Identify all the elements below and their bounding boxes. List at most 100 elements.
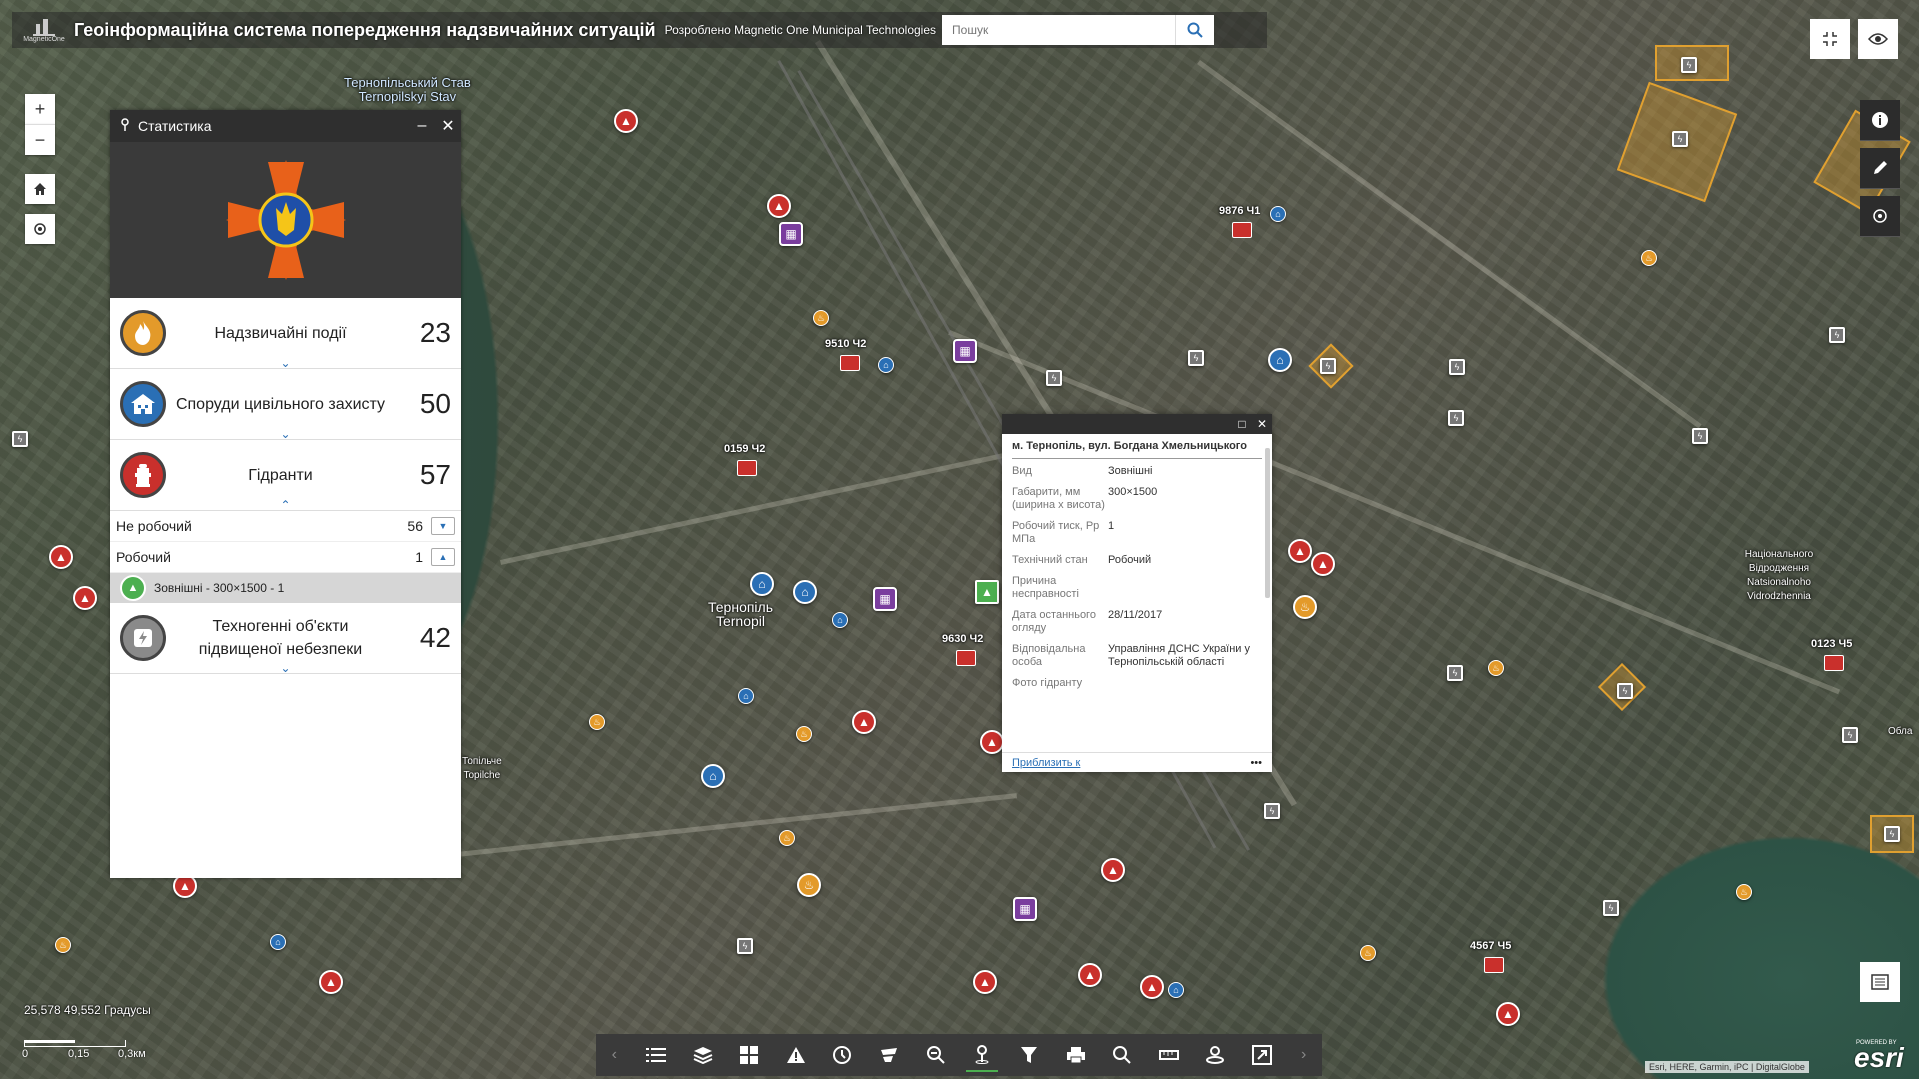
hazard-site-marker[interactable]: ϟ xyxy=(1449,359,1465,375)
hydrant-marker[interactable]: ▲ xyxy=(1140,975,1164,999)
toolbar-history-button[interactable] xyxy=(826,1039,858,1071)
emergency-marker[interactable]: ♨ xyxy=(796,726,812,742)
hydrant-marker[interactable]: ▲ xyxy=(73,586,97,610)
maximize-button[interactable]: □ xyxy=(1232,417,1252,431)
selected-hydrant-marker[interactable]: ▲ xyxy=(975,580,999,604)
hazard-site-marker[interactable]: ϟ xyxy=(1617,683,1633,699)
emergency-marker[interactable]: ♨ xyxy=(813,310,829,326)
tech-object-marker[interactable]: ▦ xyxy=(953,339,977,363)
hazard-site-marker[interactable]: ϟ xyxy=(1264,803,1280,819)
shelter-marker[interactable]: ⌂ xyxy=(738,688,754,704)
stat-row-shelters[interactable]: Споруди цивільного захисту 50 ⌄ xyxy=(110,369,461,440)
hazard-site-marker[interactable]: ϟ xyxy=(1884,826,1900,842)
toolbar-query-button[interactable] xyxy=(920,1039,952,1071)
toolbar-search-button[interactable] xyxy=(1106,1039,1138,1071)
stat-row-hydrants[interactable]: Гідранти 57 ⌃ xyxy=(110,440,461,511)
shelter-marker[interactable]: ⌂ xyxy=(701,764,725,788)
hydrant-marker[interactable]: ▲ xyxy=(767,194,791,218)
hydrant-marker[interactable]: ▲ xyxy=(49,545,73,569)
info-button[interactable] xyxy=(1860,100,1900,141)
locate-button[interactable] xyxy=(25,214,55,244)
hydrant-marker[interactable]: ▲ xyxy=(1311,552,1335,576)
hydrant-marker[interactable]: ▲ xyxy=(1101,858,1125,882)
hazard-site-marker[interactable]: ϟ xyxy=(1672,131,1688,147)
toolbar-basemap-button[interactable] xyxy=(733,1039,765,1071)
fullscreen-exit-button[interactable] xyxy=(1810,19,1850,59)
search-input[interactable] xyxy=(942,18,1176,42)
toolbar-next-button[interactable]: › xyxy=(1293,1046,1315,1064)
zoom-in-button[interactable]: + xyxy=(25,94,55,124)
hydrant-marker[interactable]: ▲ xyxy=(1288,539,1312,563)
shelter-marker[interactable]: ⌂ xyxy=(270,934,286,950)
visibility-button[interactable] xyxy=(1858,19,1898,59)
hydrant-state-not-working[interactable]: Не робочий 56 ▼ xyxy=(110,511,461,542)
home-button[interactable] xyxy=(25,174,55,204)
chevron-down-icon[interactable]: ⌄ xyxy=(281,662,291,674)
toolbar-filter-button[interactable] xyxy=(1013,1039,1045,1071)
emergency-marker[interactable]: ♨ xyxy=(1293,595,1317,619)
hazard-site-marker[interactable]: ϟ xyxy=(1603,900,1619,916)
chevron-up-icon[interactable]: ⌃ xyxy=(281,499,291,511)
toolbar-measure-button[interactable] xyxy=(1153,1039,1185,1071)
hazard-site-marker[interactable]: ϟ xyxy=(1829,327,1845,343)
hydrant-list-item[interactable]: ▲ Зовнішні - 300×1500 - 1 xyxy=(110,573,461,603)
emergency-marker[interactable]: ♨ xyxy=(1641,250,1657,266)
emergency-marker[interactable]: ♨ xyxy=(797,873,821,897)
toolbar-list-button[interactable] xyxy=(640,1039,672,1071)
zoom-out-button[interactable]: − xyxy=(25,124,55,155)
close-button[interactable]: ✕ xyxy=(435,116,461,136)
emergency-marker[interactable]: ♨ xyxy=(1360,945,1376,961)
hazard-site-marker[interactable]: ϟ xyxy=(1447,665,1463,681)
emergency-marker[interactable]: ♨ xyxy=(1736,884,1752,900)
esri-logo[interactable]: esri xyxy=(1854,1042,1904,1074)
tech-object-marker[interactable]: ▦ xyxy=(873,587,897,611)
tech-object-marker[interactable]: ▦ xyxy=(779,222,803,246)
hydrant-marker[interactable]: ▲ xyxy=(852,710,876,734)
shelter-marker[interactable]: ⌂ xyxy=(878,357,894,373)
shelter-marker[interactable]: ⌂ xyxy=(832,612,848,628)
fire-unit-marker[interactable] xyxy=(1484,957,1504,973)
map-attribution[interactable]: Esri, HERE, Garmin, iPC | DigitalGlobe xyxy=(1645,1061,1809,1073)
toolbar-print-button[interactable] xyxy=(1060,1039,1092,1071)
hazard-site-marker[interactable]: ϟ xyxy=(12,431,28,447)
hydrant-marker[interactable]: ▲ xyxy=(319,970,343,994)
stat-row-tech-objects[interactable]: Техногенні об'єкти підвищеної небезпеки … xyxy=(110,603,461,674)
toolbar-prev-button[interactable]: ‹ xyxy=(603,1046,625,1064)
hazard-site-marker[interactable]: ϟ xyxy=(1842,727,1858,743)
chevron-down-icon[interactable]: ⌄ xyxy=(281,357,291,369)
statistics-panel-header[interactable]: Статистика – ✕ xyxy=(110,110,461,142)
chevron-down-icon[interactable]: ▼ xyxy=(431,517,455,535)
legend-button[interactable] xyxy=(1860,962,1900,1002)
toolbar-layers-button[interactable] xyxy=(687,1039,719,1071)
toolbar-location-button[interactable] xyxy=(966,1038,999,1072)
shelter-marker[interactable]: ⌂ xyxy=(750,572,774,596)
chevron-down-icon[interactable]: ⌄ xyxy=(281,428,291,440)
toolbar-bookmark-button[interactable] xyxy=(873,1039,905,1071)
emergency-marker[interactable]: ♨ xyxy=(1488,660,1504,676)
emergency-marker[interactable]: ♨ xyxy=(55,937,71,953)
hydrant-marker[interactable]: ▲ xyxy=(973,970,997,994)
hazard-site-marker[interactable]: ϟ xyxy=(1692,428,1708,444)
hazard-site-marker[interactable]: ϟ xyxy=(737,938,753,954)
hazard-site-marker[interactable]: ϟ xyxy=(1188,350,1204,366)
hazard-site-marker[interactable]: ϟ xyxy=(1320,358,1336,374)
chevron-up-icon[interactable]: ▲ xyxy=(431,548,455,566)
shelter-marker[interactable]: ⌂ xyxy=(1268,348,1292,372)
hazard-site-marker[interactable]: ϟ xyxy=(1448,410,1464,426)
hazard-site-marker[interactable]: ϟ xyxy=(1046,370,1062,386)
fire-unit-marker[interactable] xyxy=(1824,655,1844,671)
hydrant-marker[interactable]: ▲ xyxy=(1078,963,1102,987)
search-button[interactable] xyxy=(1175,15,1214,45)
close-button[interactable]: ✕ xyxy=(1252,417,1272,431)
shelter-marker[interactable]: ⌂ xyxy=(1270,206,1286,222)
hydrant-marker[interactable]: ▲ xyxy=(980,730,1004,754)
popup-scrollbar[interactable] xyxy=(1265,448,1270,598)
minimize-button[interactable]: – xyxy=(409,117,435,135)
zoom-to-link[interactable]: Приблизить к xyxy=(1012,757,1080,769)
toolbar-directions-button[interactable] xyxy=(1199,1039,1231,1071)
fire-unit-marker[interactable] xyxy=(956,650,976,666)
toolbar-warning-button[interactable] xyxy=(780,1039,812,1071)
shelter-marker[interactable]: ⌂ xyxy=(1168,982,1184,998)
edit-button[interactable] xyxy=(1860,148,1900,189)
stat-row-emergencies[interactable]: Надзвичайні події 23 ⌄ xyxy=(110,298,461,369)
